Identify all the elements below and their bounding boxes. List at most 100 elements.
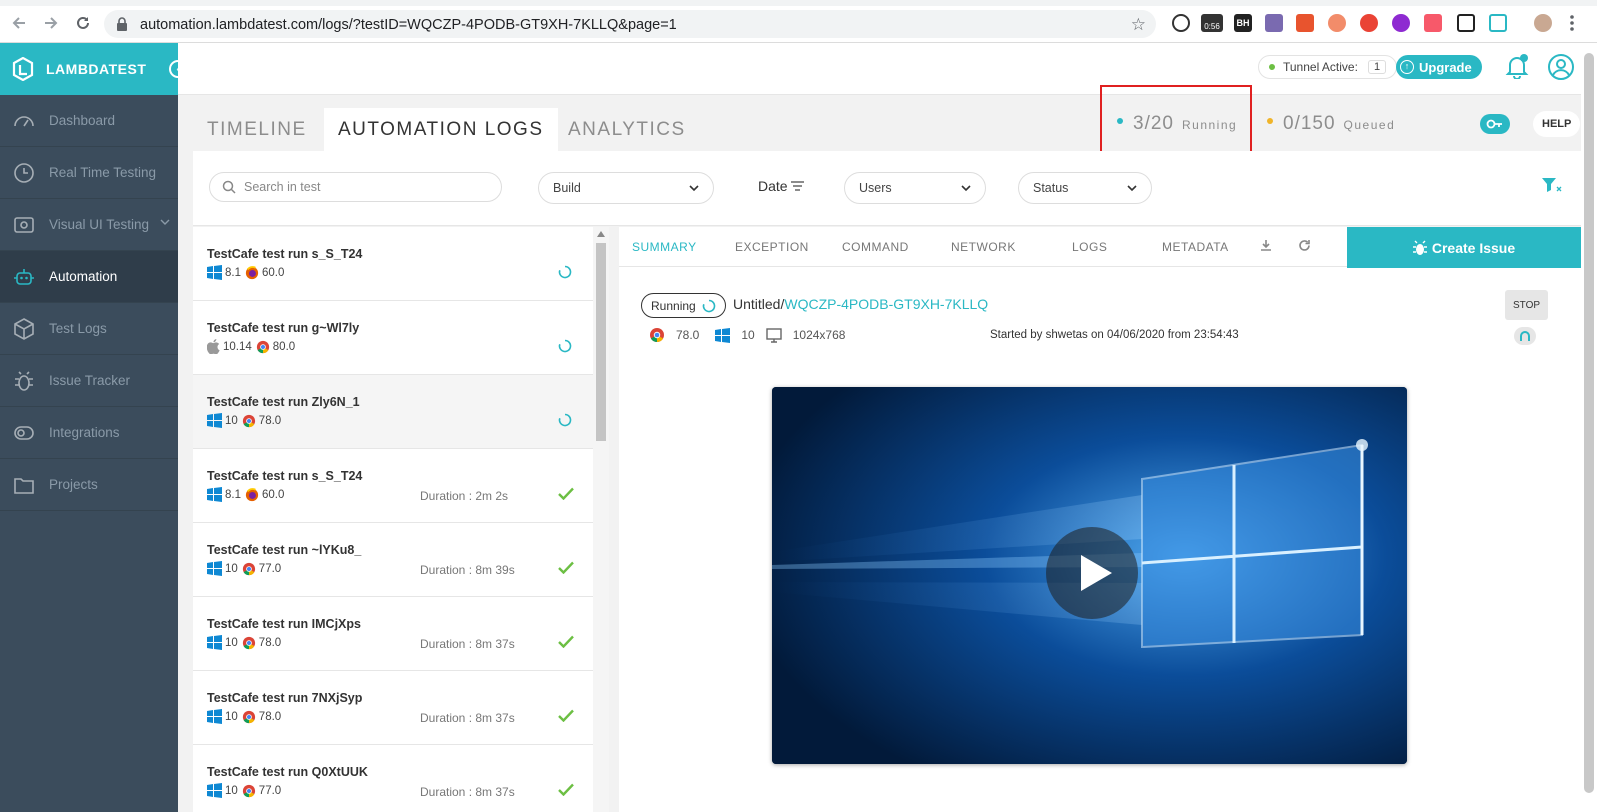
sidebar-item-test-logs[interactable]: Test Logs — [0, 303, 178, 355]
queued-counter[interactable]: 0/150 Queued — [1267, 113, 1395, 135]
eye-icon — [12, 213, 36, 237]
tab-analytics[interactable]: ANALYTICS — [554, 108, 700, 151]
date-label: Date — [758, 178, 788, 194]
search-box[interactable] — [209, 172, 502, 202]
test-list-scrollbar[interactable] — [593, 227, 609, 812]
create-issue-button[interactable]: Create Issue — [1347, 227, 1581, 268]
chevron-down-icon — [1127, 184, 1137, 192]
extension-icon[interactable] — [1172, 14, 1190, 32]
bookmark-star-icon[interactable]: ☆ — [1131, 15, 1146, 35]
build-dropdown[interactable]: Build — [538, 172, 714, 204]
extension-bh-icon[interactable]: BH — [1234, 14, 1252, 32]
sidebar-item-automation[interactable]: Automation — [0, 251, 178, 303]
page-scroll-thumb[interactable] — [1584, 53, 1594, 793]
gauge-icon — [12, 109, 36, 133]
test-list-item[interactable]: TestCafe test run Q0XtUUK 10 77.0 Duration … — [193, 745, 593, 812]
extension-icon[interactable] — [1424, 14, 1442, 32]
clear-filter-icon[interactable] — [1541, 177, 1563, 193]
test-env: 10 78.0 — [207, 709, 285, 724]
browser-version: 80.0 — [272, 340, 296, 353]
extension-timer-icon[interactable]: 0:56 — [1201, 14, 1223, 32]
test-list-item[interactable]: TestCafe test run 7NXjSyp 10 78.0 Duration … — [193, 671, 593, 745]
check-icon — [558, 561, 574, 574]
spinner-icon — [558, 339, 572, 353]
refresh-icon[interactable] — [1298, 239, 1311, 252]
tunnel-status[interactable]: Tunnel Active: 1 — [1258, 55, 1398, 79]
test-list-item[interactable]: TestCafe test run s_S_T24 8.1 60.0 Duration… — [193, 449, 593, 523]
windows-icon — [207, 561, 222, 576]
tab-exception[interactable]: EXCEPTION — [735, 240, 809, 254]
download-icon[interactable] — [1260, 239, 1272, 252]
test-list-item[interactable]: TestCafe test run Zly6N_1 10 78.0 — [193, 375, 593, 449]
browser-version: 78.0 — [258, 414, 282, 427]
test-prefix: Untitled/ — [733, 296, 785, 312]
back-icon[interactable] — [10, 14, 28, 32]
extension-icon[interactable] — [1392, 14, 1410, 32]
test-name: TestCafe test run Zly6N_1 — [207, 395, 360, 409]
play-button[interactable] — [1046, 527, 1138, 619]
test-env: 10 77.0 — [207, 783, 285, 798]
extension-icon[interactable] — [1457, 14, 1475, 32]
scroll-up-icon[interactable] — [597, 231, 605, 237]
help-button[interactable]: HELP — [1533, 111, 1581, 137]
tab-network[interactable]: NETWORK — [951, 240, 1016, 254]
sidebar-item-dashboard[interactable]: Dashboard — [0, 95, 178, 147]
sidebar-item-issue-tracker[interactable]: Issue Tracker — [0, 355, 178, 407]
windows-icon — [207, 413, 222, 428]
users-dropdown[interactable]: Users — [844, 172, 986, 204]
extension-lambdatest-icon[interactable] — [1489, 14, 1507, 32]
test-list-item[interactable]: TestCafe test run ~lYKu8_ 10 77.0 Duration … — [193, 523, 593, 597]
status-label: Status — [1033, 181, 1069, 195]
user-profile-icon[interactable] — [1547, 53, 1575, 81]
tab-metadata[interactable]: METADATA — [1162, 240, 1229, 254]
browser-version: 60.0 — [262, 488, 285, 501]
upgrade-button[interactable]: ↑ Upgrade — [1396, 55, 1482, 79]
search-icon — [222, 180, 236, 194]
browser-version: 78.0 — [258, 710, 282, 723]
extension-icon[interactable] — [1265, 14, 1283, 32]
video-player[interactable] — [772, 387, 1407, 764]
extension-icon[interactable] — [1296, 14, 1314, 32]
reload-icon[interactable] — [74, 14, 92, 32]
status-dropdown[interactable]: Status — [1018, 172, 1152, 204]
test-list-item[interactable]: TestCafe test run g~Wl7ly 10.14 80.0 — [193, 301, 593, 375]
bell-icon[interactable] — [1504, 53, 1530, 79]
profile-avatar[interactable] — [1534, 14, 1552, 32]
search-input[interactable] — [244, 180, 464, 194]
forward-icon[interactable] — [42, 14, 60, 32]
test-list-item[interactable]: TestCafe test run s_S_T24 8.1 60.0 — [193, 227, 593, 301]
test-name: TestCafe test run 7NXjSyp — [207, 691, 363, 705]
main-tabs: TIMELINE AUTOMATION LOGS ANALYTICS 3/20 … — [193, 95, 1581, 151]
stop-button[interactable]: STOP — [1505, 290, 1548, 320]
tab-summary[interactable]: SUMMARY — [632, 240, 697, 254]
extension-icon[interactable] — [1360, 14, 1378, 32]
tab-automation-logs[interactable]: AUTOMATION LOGS — [324, 108, 558, 151]
sidebar-item-visual-ui-testing[interactable]: Visual UI Testing — [0, 199, 178, 251]
test-name: TestCafe test run s_S_T24 — [207, 469, 363, 483]
brand[interactable]: LAMBDATEST ‹ — [0, 43, 187, 95]
lambdatest-logo-icon — [12, 57, 34, 81]
sidebar-item-real-time-testing[interactable]: Real Time Testing — [0, 147, 178, 199]
sidebar-item-integrations[interactable]: Integrations — [0, 407, 178, 459]
magnet-icon[interactable] — [1514, 327, 1536, 345]
status-text: Running — [651, 298, 696, 313]
tunnel-active-dot — [1269, 64, 1275, 70]
tab-logs[interactable]: LOGS — [1072, 240, 1107, 254]
page-scrollbar[interactable] — [1581, 43, 1597, 812]
chrome-icon — [242, 710, 256, 724]
access-key-button[interactable] — [1480, 114, 1510, 134]
test-name: TestCafe test run g~Wl7ly — [207, 321, 360, 335]
filter-bar: Build Date Users Status — [193, 151, 1581, 226]
menu-dots-icon[interactable] — [1570, 14, 1574, 32]
extension-icon[interactable] — [1328, 14, 1346, 32]
test-id-link[interactable]: WQCZP-4PODB-GT9XH-7KLLQ — [784, 296, 988, 312]
tab-command[interactable]: COMMAND — [842, 240, 909, 254]
test-env: 8.1 60.0 — [207, 265, 288, 280]
scroll-thumb[interactable] — [596, 243, 606, 441]
test-environment: 78.0 10 1024x768 — [649, 327, 845, 343]
date-filter[interactable]: Date — [758, 178, 804, 194]
address-bar[interactable]: automation.lambdatest.com/logs/?testID=W… — [104, 10, 1156, 38]
sidebar-item-projects[interactable]: Projects — [0, 459, 178, 511]
test-list-item[interactable]: TestCafe test run IMCjXps 10 78.0 Duration … — [193, 597, 593, 671]
tab-timeline[interactable]: TIMELINE — [193, 108, 321, 151]
